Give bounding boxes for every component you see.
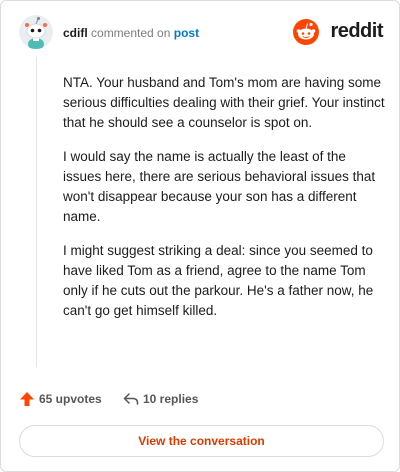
comment-byline: cdifl commented on post xyxy=(63,26,199,40)
comment-header: cdifl commented on post reddit xyxy=(19,15,383,51)
upvote-count: 65 upvotes xyxy=(39,392,102,406)
replies-button[interactable]: 10 replies xyxy=(123,389,213,409)
comment-paragraph: I might suggest striking a deal: since y… xyxy=(63,243,374,318)
comment-body: NTA. Your husband and Tom's mom are havi… xyxy=(63,73,385,335)
thread-line[interactable] xyxy=(36,57,37,367)
comment-paragraph: I would say the name is actually the lea… xyxy=(63,149,376,224)
comment-paragraph: NTA. Your husband and Tom's mom are havi… xyxy=(63,75,385,130)
reddit-alien-icon xyxy=(293,19,319,45)
view-conversation-button[interactable]: View the conversation xyxy=(19,425,384,457)
byline-verb: commented on xyxy=(91,26,171,40)
username-link[interactable]: cdifl xyxy=(63,26,88,40)
snoo-avatar-icon[interactable] xyxy=(19,15,53,49)
upvote-arrow-icon xyxy=(20,392,34,406)
comment-card: cdifl commented on post reddit NTA. Your… xyxy=(0,0,400,472)
reddit-logo[interactable]: reddit xyxy=(291,19,383,45)
reply-count: 10 replies xyxy=(143,392,199,406)
post-link[interactable]: post xyxy=(174,26,199,40)
reply-arrow-icon xyxy=(123,393,139,405)
upvote-button[interactable]: 65 upvotes xyxy=(19,389,109,409)
view-conversation-label: View the conversation xyxy=(138,434,265,448)
reddit-wordmark: reddit xyxy=(330,20,383,42)
